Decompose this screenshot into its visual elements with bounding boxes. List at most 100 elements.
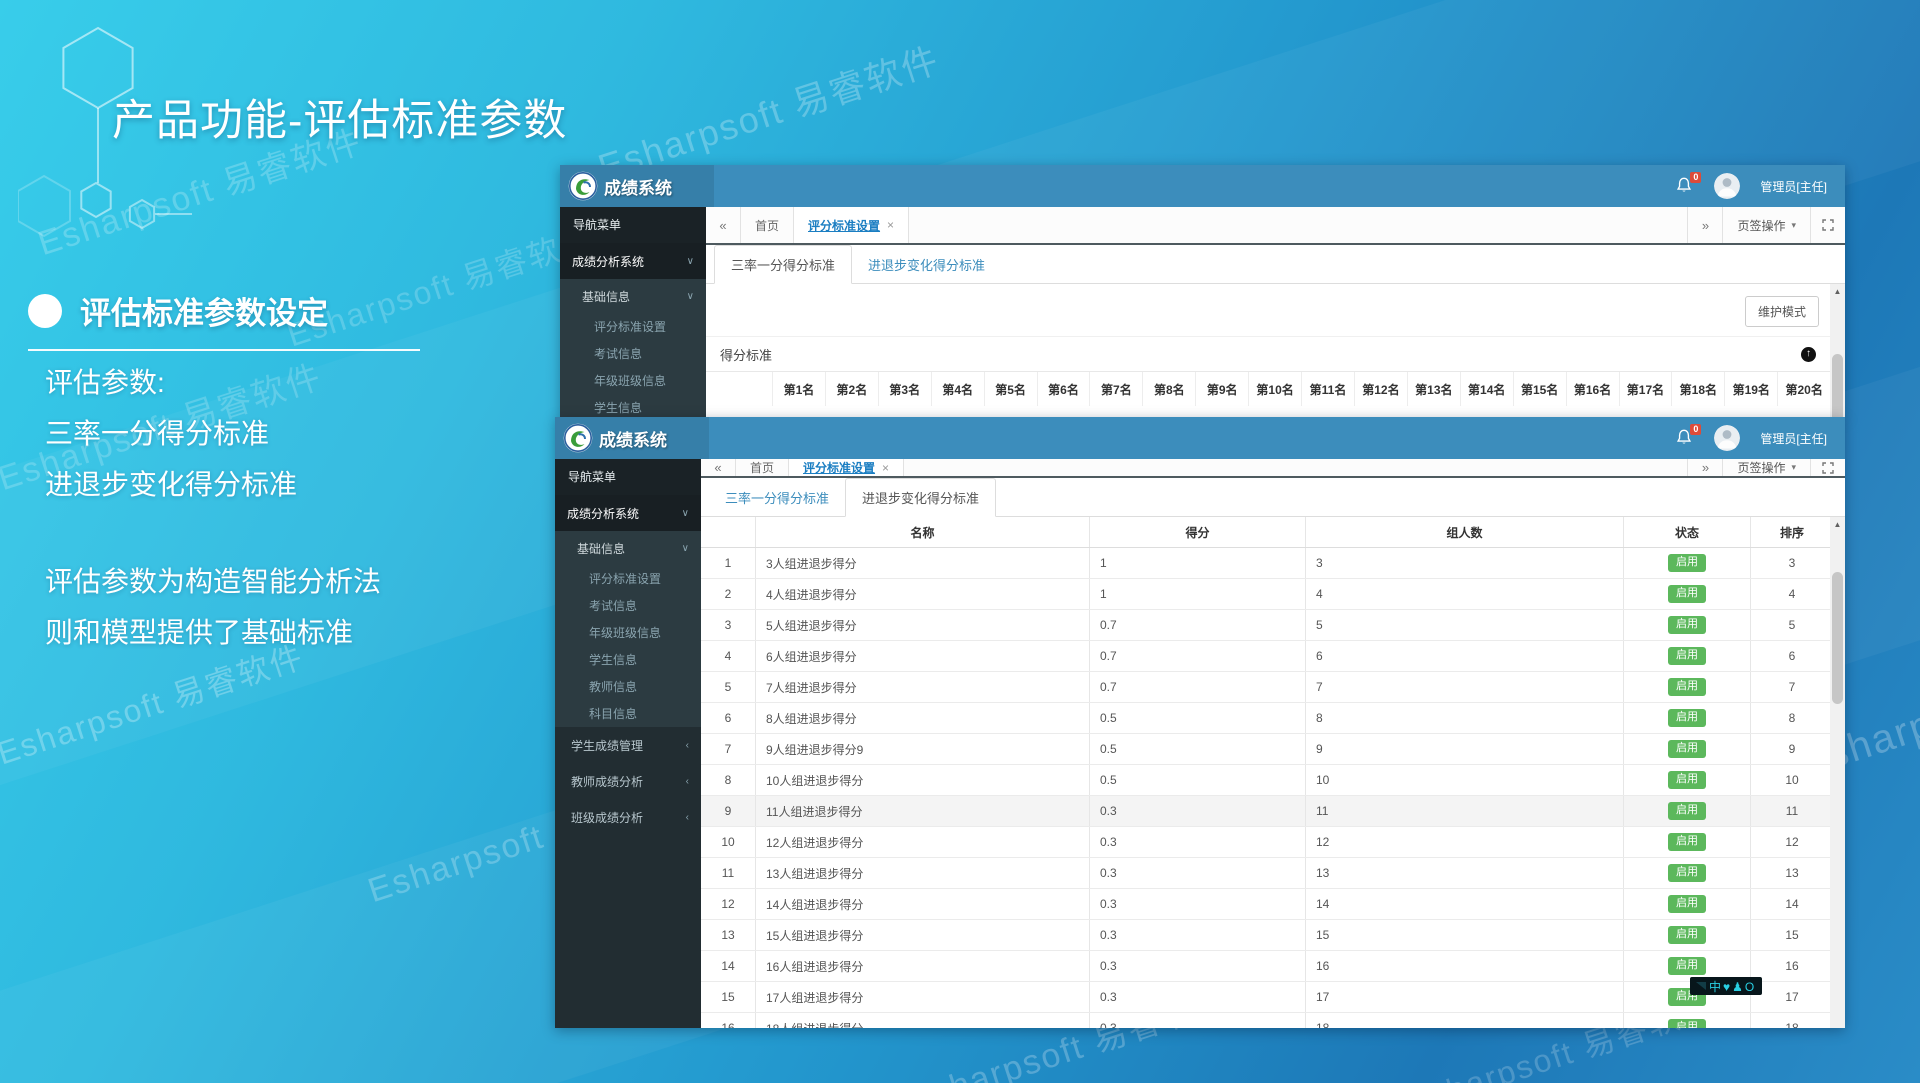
sidebar-item-basic-info[interactable]: 基础信息∨ bbox=[555, 531, 701, 565]
cell-status: 启用 bbox=[1623, 858, 1750, 888]
table-row[interactable]: 57人组进退步得分0.77启用7 bbox=[701, 672, 1830, 703]
tabs-collapse-button[interactable]: « bbox=[701, 459, 736, 476]
header-right: 0 管理员[主任] bbox=[1676, 165, 1845, 207]
subtab-three-rates[interactable]: 三率一分得分标准 bbox=[714, 245, 852, 284]
cell-score: 0.5 bbox=[1089, 765, 1305, 795]
sidebar-item-collapsed[interactable]: 学生成绩管理‹ bbox=[555, 727, 701, 763]
scrollbar-vertical[interactable]: ▲ bbox=[1830, 284, 1845, 417]
table-row[interactable]: 13人组进退步得分13启用3 bbox=[701, 548, 1830, 579]
column-header-order: 排序 bbox=[1750, 517, 1833, 547]
subtab-three-rates[interactable]: 三率一分得分标准 bbox=[709, 478, 845, 516]
status-badge: 启用 bbox=[1668, 802, 1706, 819]
rank-header-row: 第1名第2名第3名第4名第5名第6名第7名第8名第9名第10名第11名第12名第… bbox=[706, 371, 1830, 406]
cell-status: 启用 bbox=[1623, 920, 1750, 950]
column-header-score: 得分 bbox=[1089, 517, 1305, 547]
cell-seq: 4 bbox=[701, 641, 755, 671]
cell-score: 1 bbox=[1089, 548, 1305, 578]
sidebar-subitem[interactable]: 考试信息 bbox=[555, 592, 701, 619]
fullscreen-button[interactable] bbox=[1810, 207, 1845, 243]
tab-operations-dropdown[interactable]: 页签操作 ▾ bbox=[1722, 459, 1810, 476]
cell-seq: 11 bbox=[701, 858, 755, 888]
maintain-mode-button[interactable]: 维护模式 bbox=[1745, 296, 1819, 327]
subtab-progress-change[interactable]: 进退步变化得分标准 bbox=[852, 245, 1001, 283]
table-row[interactable]: 810人组进退步得分0.510启用10 bbox=[701, 765, 1830, 796]
tab-score-standard-settings[interactable]: 评分标准设置 × bbox=[789, 459, 904, 476]
tabs-forward-button[interactable]: » bbox=[1687, 207, 1722, 243]
scrollbar-thumb[interactable] bbox=[1832, 572, 1843, 704]
cell-group-size: 11 bbox=[1305, 796, 1623, 826]
sidebar-item-collapsed[interactable]: 教师成绩分析‹ bbox=[555, 763, 701, 799]
status-badge: 启用 bbox=[1668, 833, 1706, 850]
sidebar-subitem[interactable]: 评分标准设置 bbox=[560, 313, 706, 340]
table-row[interactable]: 68人组进退步得分0.58启用8 bbox=[701, 703, 1830, 734]
subtab-progress-change[interactable]: 进退步变化得分标准 bbox=[845, 478, 996, 517]
sidebar-item-score-analysis-system[interactable]: 成绩分析系统∨ bbox=[560, 243, 706, 279]
panel-collapse-icon[interactable]: ↑ bbox=[1801, 347, 1816, 362]
cell-score: 1 bbox=[1089, 579, 1305, 609]
sidebar-item-collapsed[interactable]: 班级成绩分析‹ bbox=[555, 799, 701, 835]
sidebar-subitem[interactable]: 科目信息 bbox=[555, 700, 701, 727]
cell-status: 启用 bbox=[1623, 1013, 1750, 1028]
table-row[interactable]: 79人组进退步得分90.59启用9 bbox=[701, 734, 1830, 765]
tab-close-icon[interactable]: × bbox=[882, 461, 889, 475]
table-row[interactable]: 1517人组进退步得分0.317启用17 bbox=[701, 982, 1830, 1013]
avatar[interactable] bbox=[1714, 425, 1740, 451]
tab-close-icon[interactable]: × bbox=[887, 218, 894, 232]
rank-header-cell: 第10名 bbox=[1248, 372, 1301, 406]
fullscreen-button[interactable] bbox=[1810, 459, 1845, 476]
scroll-up-arrow[interactable]: ▲ bbox=[1830, 517, 1845, 532]
sidebar-subitem[interactable]: 学生信息 bbox=[560, 394, 706, 417]
tabs-forward-button[interactable]: » bbox=[1687, 459, 1722, 476]
sidebar-subitem[interactable]: 教师信息 bbox=[555, 673, 701, 700]
cell-group-size: 7 bbox=[1305, 672, 1623, 702]
body-line: 三率一分得分标准 bbox=[45, 409, 381, 460]
column-header-seq bbox=[701, 517, 755, 547]
cell-score: 0.7 bbox=[1089, 610, 1305, 640]
cell-status: 启用 bbox=[1623, 548, 1750, 578]
sidebar-item-score-analysis-system[interactable]: 成绩分析系统∨ bbox=[555, 495, 701, 531]
notifications-button[interactable]: 0 bbox=[1676, 177, 1694, 195]
cell-name: 4人组进退步得分 bbox=[755, 579, 1089, 609]
sidebar-subitem[interactable]: 学生信息 bbox=[555, 646, 701, 673]
tab-active-label: 评分标准设置 bbox=[808, 217, 880, 234]
table-row[interactable]: 1315人组进退步得分0.315启用15 bbox=[701, 920, 1830, 951]
sidebar-item-basic-info[interactable]: 基础信息∨ bbox=[560, 279, 706, 313]
sidebar-subitem[interactable]: 年级班级信息 bbox=[555, 619, 701, 646]
cell-group-size: 16 bbox=[1305, 951, 1623, 981]
rank-header-cell: 第20名 bbox=[1777, 372, 1830, 406]
table-row[interactable]: 24人组进退步得分14启用4 bbox=[701, 579, 1830, 610]
cell-status: 启用 bbox=[1623, 610, 1750, 640]
tab-home[interactable]: 首页 bbox=[736, 459, 789, 476]
avatar[interactable] bbox=[1714, 173, 1740, 199]
cell-name: 9人组进退步得分9 bbox=[755, 734, 1089, 764]
table-row[interactable]: 1618人组进退步得分0.318启用18 bbox=[701, 1013, 1830, 1028]
table-row[interactable]: 911人组进退步得分0.311启用11 bbox=[701, 796, 1830, 827]
sidebar-subitem[interactable]: 考试信息 bbox=[560, 340, 706, 367]
app-brand: 成绩系统 bbox=[599, 426, 667, 451]
table-row[interactable]: 1012人组进退步得分0.312启用12 bbox=[701, 827, 1830, 858]
scrollbar-thumb[interactable] bbox=[1832, 354, 1843, 417]
sidebar-subitem[interactable]: 评分标准设置 bbox=[555, 565, 701, 592]
tab-operations-dropdown[interactable]: 页签操作 ▾ bbox=[1722, 207, 1810, 243]
tabs-collapse-button[interactable]: « bbox=[706, 207, 741, 243]
tab-score-standard-settings[interactable]: 评分标准设置 × bbox=[794, 207, 909, 243]
cell-order: 12 bbox=[1750, 827, 1833, 857]
table-row[interactable]: 1113人组进退步得分0.313启用13 bbox=[701, 858, 1830, 889]
user-menu[interactable]: 管理员[主任] bbox=[1760, 430, 1827, 447]
rank-header-cell: 第4名 bbox=[931, 372, 984, 406]
scroll-up-arrow[interactable]: ▲ bbox=[1830, 284, 1845, 299]
cell-name: 5人组进退步得分 bbox=[755, 610, 1089, 640]
table-row[interactable]: 46人组进退步得分0.76启用6 bbox=[701, 641, 1830, 672]
app-logo-block[interactable]: 成绩系统 bbox=[555, 417, 709, 459]
table-row[interactable]: 35人组进退步得分0.75启用5 bbox=[701, 610, 1830, 641]
sidebar: 导航菜单 成绩分析系统∨基础信息∨评分标准设置考试信息年级班级信息学生信息教师信… bbox=[560, 207, 706, 417]
sidebar-subitem[interactable]: 年级班级信息 bbox=[560, 367, 706, 394]
notifications-button[interactable]: 0 bbox=[1676, 429, 1694, 447]
user-menu[interactable]: 管理员[主任] bbox=[1760, 178, 1827, 195]
app-logo-block[interactable]: 成绩系统 bbox=[560, 165, 714, 207]
tab-home[interactable]: 首页 bbox=[741, 207, 794, 243]
table-row[interactable]: 1214人组进退步得分0.314启用14 bbox=[701, 889, 1830, 920]
table-row[interactable]: 1416人组进退步得分0.316启用16 bbox=[701, 951, 1830, 982]
scrollbar-vertical[interactable]: ▲ ▼ bbox=[1830, 517, 1845, 1028]
tabbar-controls: » 页签操作 ▾ bbox=[1687, 207, 1845, 243]
